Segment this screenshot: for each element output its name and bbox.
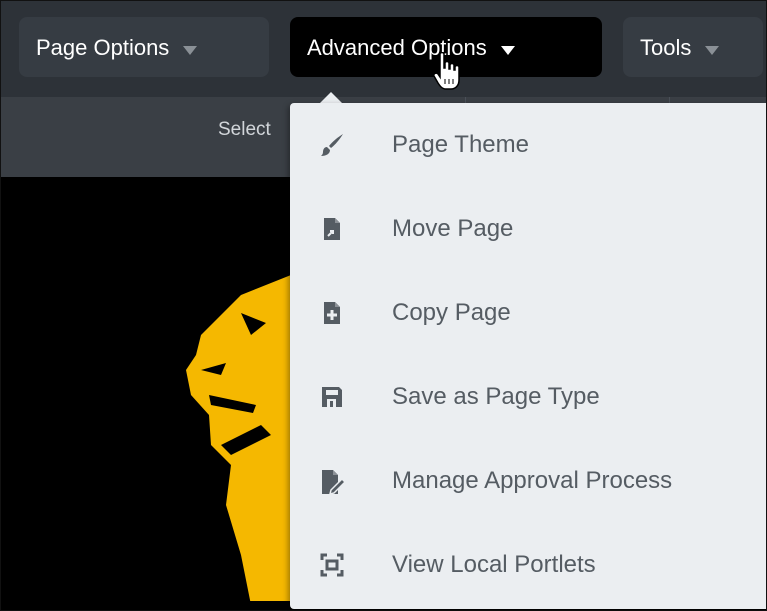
tools-label: Tools [640,35,692,61]
menu-item-page-theme[interactable]: Page Theme [290,103,766,187]
menu-item-view-local-portlets[interactable]: View Local Portlets [290,523,766,607]
chevron-down-icon [183,18,198,78]
hand-cursor-icon [433,51,463,97]
top-toolbar: Page Options Advanced Options Tools [1,1,766,97]
local-portlets-icon [320,553,344,577]
chevron-down-icon [705,18,720,78]
menu-item-save-as-page-type[interactable]: Save as Page Type [290,355,766,439]
advanced-options-menu: Page Theme Move Page Copy Page Save as P… [290,103,766,609]
menu-item-label: Save as Page Type [392,383,600,410]
menu-item-manage-approval-process[interactable]: Manage Approval Process [290,439,766,523]
menu-item-label: Move Page [392,215,514,242]
paintbrush-icon [320,133,344,157]
page-options-label: Page Options [36,35,170,61]
page-options-button[interactable]: Page Options [19,17,269,77]
menu-item-label: Manage Approval Process [392,467,673,494]
menu-item-label: View Local Portlets [392,551,596,578]
menu-item-move-page[interactable]: Move Page [290,187,766,271]
menu-item-label: Page Theme [392,131,529,158]
page-footer-strip [1,601,291,610]
select-label[interactable]: Select [218,119,271,141]
chevron-down-icon [500,18,515,78]
move-page-icon [320,217,344,241]
menu-item-copy-page[interactable]: Copy Page [290,271,766,355]
approval-icon [320,469,347,496]
tools-button[interactable]: Tools [623,17,763,77]
lion-logo [181,275,291,610]
menu-item-label: Copy Page [392,299,511,326]
save-icon [320,385,344,409]
copy-page-icon [320,301,344,325]
